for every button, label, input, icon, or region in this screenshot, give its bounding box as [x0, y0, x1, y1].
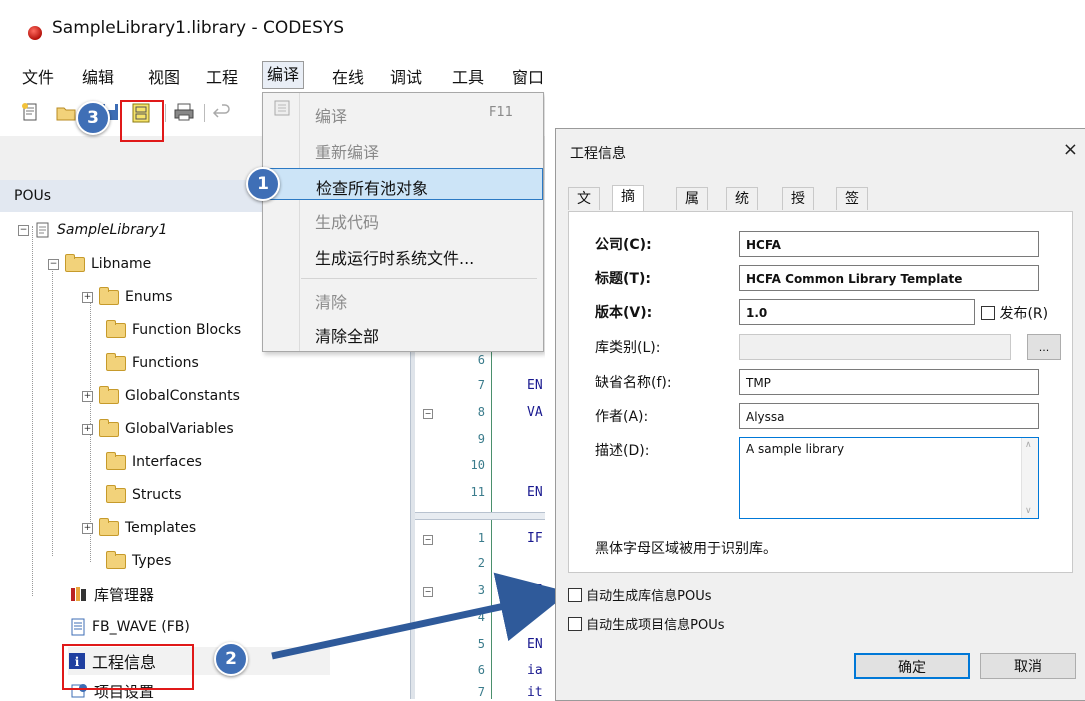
- scroll-up-icon[interactable]: ∧: [1025, 440, 1032, 450]
- cancel-button[interactable]: 取消: [980, 653, 1076, 679]
- tab-properties[interactable]: 属性: [676, 187, 708, 229]
- default-namespace-field[interactable]: TMP: [739, 369, 1039, 395]
- checkbox-label: 自动生成库信息POUs: [586, 589, 712, 604]
- author-label: 作者(A):: [595, 409, 649, 425]
- tab-statistics[interactable]: 统计: [726, 187, 758, 229]
- release-checkbox[interactable]: 发布(R): [981, 303, 1048, 323]
- category-label: 库类别(L):: [595, 340, 661, 356]
- release-label: 发布(R): [999, 306, 1049, 322]
- author-field[interactable]: Alyssa: [739, 403, 1039, 429]
- scrollbar[interactable]: ∧ ∨: [1021, 438, 1038, 518]
- tab-file[interactable]: 文件: [568, 187, 600, 229]
- category-browse-button[interactable]: ...: [1027, 334, 1061, 360]
- close-icon[interactable]: ×: [1063, 139, 1078, 160]
- dialog-title: 工程信息: [570, 146, 626, 162]
- version-label: 版本(V):: [595, 305, 653, 321]
- description-text: A sample library: [746, 442, 845, 456]
- title-field[interactable]: HCFA Common Library Template: [739, 265, 1039, 291]
- tab-license[interactable]: 授权: [782, 187, 814, 229]
- description-label: 描述(D):: [595, 443, 650, 459]
- category-field[interactable]: [739, 334, 1011, 360]
- description-field[interactable]: A sample library ∧ ∨: [739, 437, 1039, 519]
- company-label: 公司(C):: [595, 237, 652, 253]
- summary-panel: 公司(C): HCFA 标题(T): HCFA Common Library T…: [568, 211, 1073, 573]
- checkbox-icon[interactable]: [568, 588, 582, 602]
- title-label: 标题(T):: [595, 271, 651, 287]
- company-field[interactable]: HCFA: [739, 231, 1039, 257]
- checkbox-label: 自动生成项目信息POUs: [586, 618, 725, 633]
- checkbox-icon[interactable]: [568, 617, 582, 631]
- ok-button[interactable]: 确定: [854, 653, 970, 679]
- checkbox-icon[interactable]: [981, 306, 995, 320]
- auto-generate-project-info-checkbox[interactable]: 自动生成项目信息POUs: [568, 614, 725, 633]
- bold-fields-note: 黑体字母区域被用于识别库。: [595, 541, 777, 557]
- version-field[interactable]: 1.0: [739, 299, 975, 325]
- default-namespace-label: 缺省名称(f):: [595, 375, 672, 391]
- auto-generate-library-info-checkbox[interactable]: 自动生成库信息POUs: [568, 585, 712, 604]
- arrow-line: [271, 572, 570, 660]
- tab-signature[interactable]: 签名: [836, 187, 868, 229]
- scroll-down-icon[interactable]: ∨: [1025, 506, 1032, 516]
- tab-summary[interactable]: 摘要: [612, 185, 644, 227]
- project-info-dialog: 工程信息 × 文件 摘要 属性 统计 授权 签名 公司(C): HCFA 标题(…: [555, 128, 1085, 701]
